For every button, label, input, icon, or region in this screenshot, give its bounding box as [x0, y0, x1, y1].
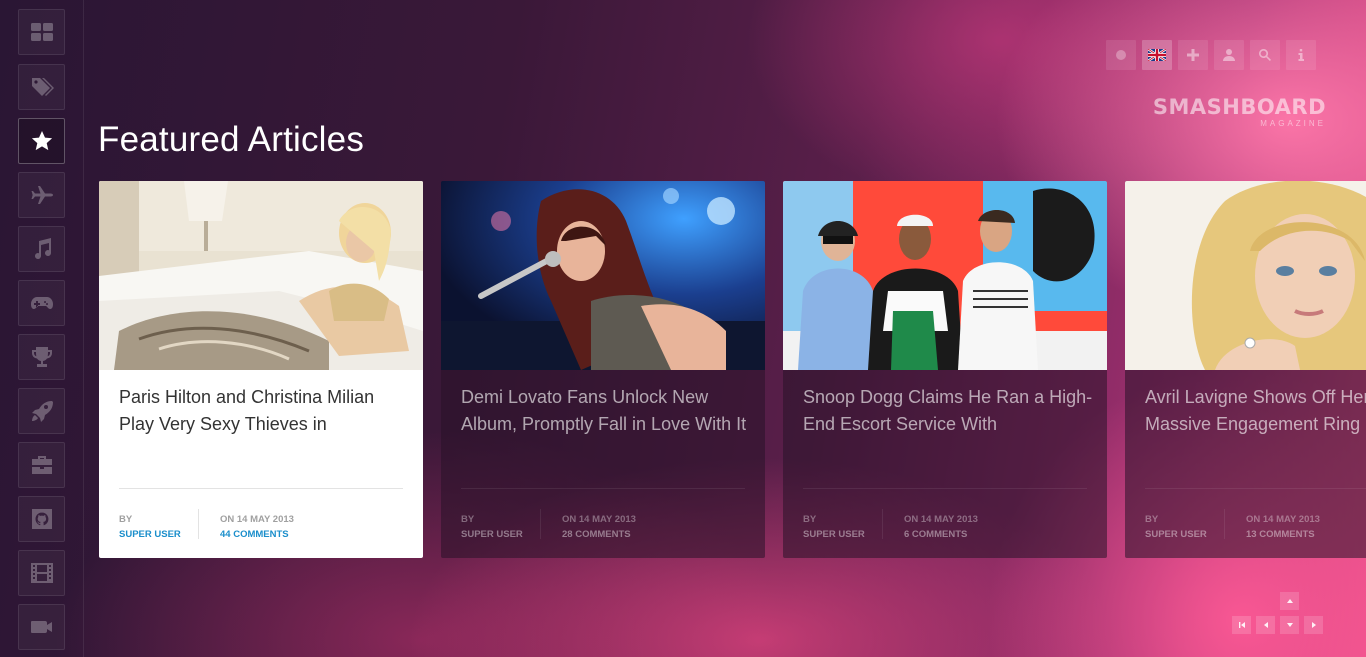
article-date: ON 14 MAY 2013 — [562, 514, 636, 525]
article-card[interactable]: Demi Lovato Fans Unlock New Album, Promp… — [441, 181, 765, 558]
next-button[interactable] — [1304, 616, 1323, 634]
sidebar-item-video[interactable] — [18, 604, 65, 650]
meta-divider — [540, 509, 541, 539]
article-meta: ON 14 MAY 2013 6 COMMENTS — [904, 512, 978, 542]
user-button[interactable] — [1214, 40, 1244, 70]
music-icon — [34, 238, 51, 260]
logo-title: SMASHBOARD — [1152, 95, 1326, 119]
article-date: ON 14 MAY 2013 — [904, 514, 978, 525]
sidebar-item-launch[interactable] — [18, 388, 65, 434]
sidebar-item-film[interactable] — [18, 550, 65, 596]
article-card[interactable]: Avril Lavigne Shows Off Her Massive Enga… — [1125, 181, 1366, 558]
article-image[interactable] — [441, 181, 765, 370]
article-meta: ON 14 MAY 2013 28 COMMENTS — [562, 512, 636, 542]
github-icon — [31, 509, 52, 529]
plus-icon — [1187, 49, 1199, 61]
briefcase-icon — [31, 456, 52, 474]
article-author: BY SUPER USER — [803, 512, 865, 542]
next-icon — [1311, 622, 1316, 628]
article-author: BY SUPER USER — [119, 512, 181, 542]
language-flag-icon — [1116, 50, 1126, 60]
trophy-icon — [31, 347, 52, 367]
add-button[interactable] — [1178, 40, 1208, 70]
sidebar-item-music[interactable] — [18, 226, 65, 272]
featured-articles-carousel: Paris Hilton and Christina Milian Play V… — [99, 181, 1366, 561]
uk-flag-button[interactable] — [1142, 40, 1172, 70]
card-divider — [1145, 488, 1366, 489]
star-icon — [31, 131, 52, 151]
author-link[interactable]: SUPER USER — [803, 527, 865, 542]
language-flag-button[interactable] — [1106, 40, 1136, 70]
top-toolbar — [1106, 40, 1316, 70]
plane-icon — [31, 186, 53, 204]
site-logo[interactable]: SMASHBOARD MAGAZINE — [1153, 96, 1326, 128]
meta-divider — [1224, 509, 1225, 539]
card-divider — [461, 488, 745, 489]
article-image[interactable] — [99, 181, 423, 370]
article-card[interactable]: Paris Hilton and Christina Milian Play V… — [99, 181, 423, 558]
card-divider — [119, 488, 403, 489]
logo-subtitle: MAGAZINE — [1260, 119, 1326, 128]
up-icon — [1286, 599, 1293, 603]
uk-flag-icon — [1148, 49, 1166, 61]
sidebar-item-tags[interactable] — [18, 64, 65, 110]
article-title[interactable]: Demi Lovato Fans Unlock New Album, Promp… — [461, 384, 751, 440]
by-label: BY — [119, 514, 133, 525]
article-date: ON 14 MAY 2013 — [220, 514, 294, 525]
info-button[interactable] — [1286, 40, 1316, 70]
search-button[interactable] — [1250, 40, 1280, 70]
by-label: BY — [803, 514, 817, 525]
article-meta: ON 14 MAY 2013 13 COMMENTS — [1246, 512, 1320, 542]
search-icon — [1259, 48, 1271, 61]
prev-icon — [1263, 622, 1268, 628]
sidebar-item-dashboard[interactable] — [18, 9, 65, 55]
sidebar-item-games[interactable] — [18, 280, 65, 326]
article-date: ON 14 MAY 2013 — [1246, 514, 1320, 525]
article-image[interactable] — [783, 181, 1107, 370]
sidebar — [0, 0, 84, 657]
scroll-up-button[interactable] — [1280, 592, 1299, 610]
rocket-icon — [31, 401, 53, 422]
article-title[interactable]: Paris Hilton and Christina Milian Play V… — [119, 384, 409, 440]
sidebar-item-featured[interactable] — [18, 118, 65, 164]
sidebar-item-github[interactable] — [18, 496, 65, 542]
gamepad-icon — [30, 297, 53, 309]
article-title[interactable]: Avril Lavigne Shows Off Her Massive Enga… — [1145, 384, 1366, 440]
video-camera-icon — [30, 621, 52, 633]
author-link[interactable]: SUPER USER — [1145, 527, 1207, 542]
prev-button[interactable] — [1256, 616, 1275, 634]
comments-link[interactable]: 44 COMMENTS — [220, 527, 294, 542]
meta-divider — [198, 509, 199, 539]
article-image[interactable] — [1125, 181, 1366, 370]
comments-link[interactable]: 6 COMMENTS — [904, 527, 978, 542]
author-link[interactable]: SUPER USER — [461, 527, 523, 542]
first-icon — [1238, 622, 1245, 628]
down-icon — [1286, 623, 1293, 627]
grid-icon — [30, 23, 53, 41]
scroll-down-button[interactable] — [1280, 616, 1299, 634]
page-title: Featured Articles — [98, 120, 365, 159]
article-card[interactable]: Snoop Dogg Claims He Ran a High-End Esco… — [783, 181, 1107, 558]
comments-link[interactable]: 13 COMMENTS — [1246, 527, 1320, 542]
article-author: BY SUPER USER — [461, 512, 523, 542]
card-divider — [803, 488, 1087, 489]
author-link[interactable]: SUPER USER — [119, 527, 181, 542]
article-author: BY SUPER USER — [1145, 512, 1207, 542]
sidebar-item-business[interactable] — [18, 442, 65, 488]
meta-divider — [882, 509, 883, 539]
film-icon — [30, 563, 53, 583]
tags-icon — [31, 78, 54, 96]
by-label: BY — [1145, 514, 1159, 525]
sidebar-item-travel[interactable] — [18, 172, 65, 218]
first-page-button[interactable] — [1232, 616, 1251, 634]
info-icon — [1298, 49, 1304, 61]
comments-link[interactable]: 28 COMMENTS — [562, 527, 636, 542]
by-label: BY — [461, 514, 475, 525]
article-title[interactable]: Snoop Dogg Claims He Ran a High-End Esco… — [803, 384, 1093, 440]
sidebar-item-awards[interactable] — [18, 334, 65, 380]
article-meta: ON 14 MAY 2013 44 COMMENTS — [220, 512, 294, 542]
user-icon — [1223, 49, 1235, 61]
